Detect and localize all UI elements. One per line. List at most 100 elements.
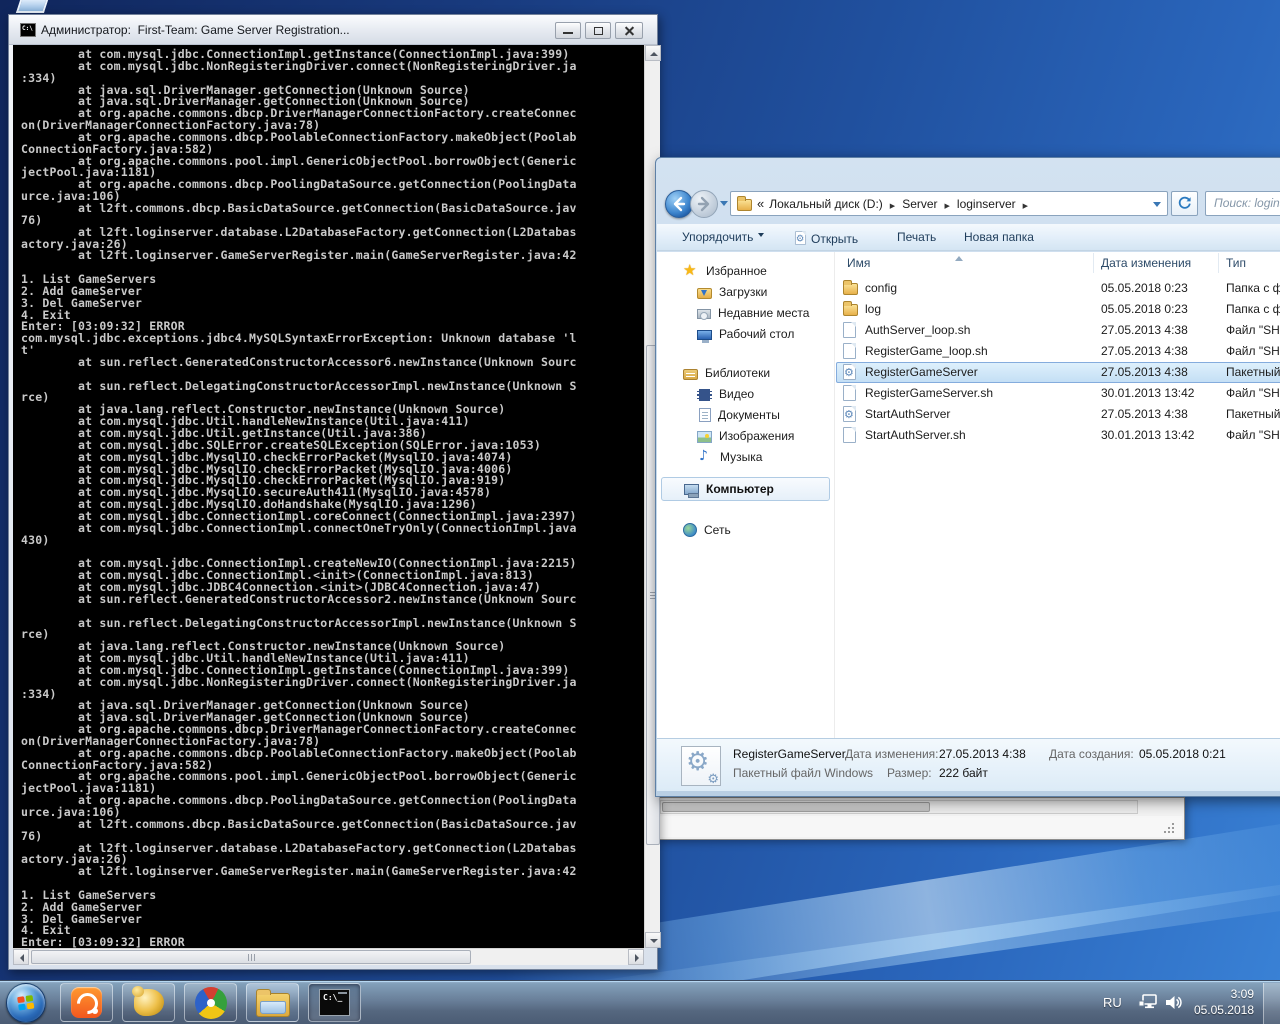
sidebar-item-video[interactable]: Видео: [657, 383, 834, 404]
clock[interactable]: 3:09 05.05.2018: [1192, 986, 1254, 1018]
sidebar-item-icon: [697, 288, 712, 299]
forward-arrow-icon: [697, 196, 710, 212]
table-row[interactable]: AuthServer_loop.sh 27.05.2013 4:38 Файл …: [835, 320, 1280, 341]
file-name[interactable]: config: [865, 281, 897, 295]
file-name[interactable]: StartAuthServer.sh: [865, 428, 966, 442]
column-header-type[interactable]: Тип: [1226, 256, 1246, 270]
table-row[interactable]: RegisterGameServer 27.05.2013 4:38 Пакет…: [835, 362, 1280, 383]
sidebar-item-network[interactable]: Сеть: [657, 519, 834, 540]
background-window-fragment[interactable]: [657, 797, 1185, 840]
horizontal-scrollbar-thumb[interactable]: [31, 950, 471, 964]
file-name[interactable]: RegisterGame_loop.sh: [865, 344, 988, 358]
file-name[interactable]: AuthServer_loop.sh: [865, 323, 970, 337]
column-header-name[interactable]: Имя: [847, 256, 870, 270]
taskbar-pinwheel-app-button[interactable]: [184, 983, 237, 1022]
sidebar-item-libraries[interactable]: Библиотеки: [657, 362, 834, 383]
desktop-shortcut-icon[interactable]: [15, 0, 49, 13]
minimize-button[interactable]: [555, 22, 581, 39]
console-horizontal-scrollbar[interactable]: [13, 948, 644, 965]
taskbar-explorer-button[interactable]: [246, 983, 299, 1022]
sidebar-item-icon: [697, 309, 711, 320]
volume-icon[interactable]: [1165, 994, 1185, 1016]
close-button[interactable]: [615, 22, 643, 39]
file-date-modified: 27.05.2013 4:38: [1101, 365, 1188, 379]
file-name[interactable]: log: [865, 302, 881, 316]
breadcrumb-arrow-icon[interactable]: ▶: [945, 203, 950, 210]
breadcrumb-overflow[interactable]: «: [757, 196, 764, 211]
chevron-down-icon: [758, 233, 765, 240]
breadcrumb-segment[interactable]: Server: [902, 197, 937, 211]
column-divider[interactable]: [1093, 253, 1094, 273]
file-name[interactable]: RegisterGameServer.sh: [865, 386, 993, 400]
fragment-horizontal-scrollbar[interactable]: [660, 800, 1138, 814]
sidebar-item-docs[interactable]: Документы: [657, 404, 834, 425]
organize-label: Упорядочить: [682, 230, 754, 244]
sidebar-item-computer[interactable]: Компьютер: [661, 477, 830, 501]
explorer-content: Избранное Загрузки Недавние места Рабочи…: [657, 252, 1280, 738]
sidebar-item-pictures[interactable]: Изображения: [657, 425, 834, 446]
taskbar-uc-browser-button[interactable]: [60, 983, 113, 1022]
file-date-modified: 27.05.2013 4:38: [1101, 323, 1188, 337]
column-divider[interactable]: [1218, 253, 1219, 273]
breadcrumb-arrow-icon[interactable]: ▶: [1023, 203, 1028, 210]
print-label: Печать: [897, 230, 937, 244]
taskbar-cmd-button[interactable]: [308, 983, 361, 1022]
console-output[interactable]: at com.mysql.jdbc.ConnectionImpl.getInst…: [13, 45, 644, 948]
forward-button[interactable]: [690, 190, 718, 218]
console-titlebar[interactable]: Администратор: First-Team: Game Server R…: [9, 15, 657, 45]
column-header-date[interactable]: Дата изменения: [1101, 256, 1191, 270]
sidebar-item-star[interactable]: Избранное: [657, 260, 834, 281]
network-icon[interactable]: [1138, 993, 1160, 1016]
resize-grip-icon[interactable]: [1162, 821, 1174, 833]
address-bar[interactable]: « Локальный диск (D:) ▶ Server ▶ loginserver…: [730, 191, 1168, 216]
details-size-label: Размер:: [887, 766, 932, 780]
sidebar-item-recent[interactable]: Недавние места: [657, 302, 834, 323]
back-button[interactable]: [665, 190, 693, 218]
console-window: Администратор: First-Team: Game Server R…: [8, 14, 661, 970]
scroll-up-button[interactable]: [645, 45, 661, 61]
details-modified-label: Дата изменения:: [845, 747, 939, 761]
table-row[interactable]: config 05.05.2018 0:23 Папка с файлами: [835, 278, 1280, 299]
file-name[interactable]: StartAuthServer: [865, 407, 950, 421]
sidebar-item-label: Недавние места: [718, 305, 810, 320]
new-folder-button[interactable]: Новая папка: [964, 230, 1034, 244]
table-row[interactable]: RegisterGameServer.sh 30.01.2013 13:42 Ф…: [835, 383, 1280, 404]
table-row[interactable]: RegisterGame_loop.sh 27.05.2013 4:38 Фай…: [835, 341, 1280, 362]
scroll-right-button[interactable]: [628, 949, 644, 965]
file-name[interactable]: RegisterGameServer: [865, 365, 978, 379]
breadcrumb-segment[interactable]: Локальный диск (D:): [769, 197, 883, 211]
fragment-scrollbar-thumb[interactable]: [662, 802, 930, 812]
open-label: Открыть: [811, 232, 859, 246]
scroll-down-button[interactable]: [645, 932, 661, 948]
column-headers: Имя Дата изменения Тип: [835, 252, 1280, 274]
table-row[interactable]: StartAuthServer.sh 30.01.2013 13:42 Файл…: [835, 425, 1280, 446]
maximize-button[interactable]: [585, 22, 611, 39]
details-pane: RegisterGameServer Пакетный файл Windows…: [657, 738, 1280, 791]
desktop: Администратор: First-Team: Game Server R…: [0, 0, 1280, 1025]
breadcrumb-segment[interactable]: loginserver: [957, 197, 1016, 211]
table-row[interactable]: StartAuthServer 27.05.2013 4:38 Пакетный…: [835, 404, 1280, 425]
batch-file-icon: [794, 231, 807, 245]
taskbar-gold-app-button[interactable]: [122, 983, 175, 1022]
print-button[interactable]: Печать: [897, 230, 936, 244]
sidebar-item-music[interactable]: Музыка: [657, 446, 834, 467]
table-row[interactable]: log 05.05.2018 0:23 Папка с файлами: [835, 299, 1280, 320]
sidebar-item-label: Видео: [719, 386, 755, 401]
search-input[interactable]: Поиск: logins: [1205, 191, 1280, 216]
start-button[interactable]: [6, 983, 46, 1023]
details-file-name: RegisterGameServer: [733, 747, 846, 761]
breadcrumb-arrow-icon[interactable]: ▶: [890, 203, 895, 210]
sidebar-item-downloads[interactable]: Загрузки: [657, 281, 834, 302]
explorer-window: « Локальный диск (D:) ▶ Server ▶ loginserver…: [655, 157, 1280, 797]
file-icon: [843, 385, 856, 401]
open-button[interactable]: Открыть: [794, 230, 858, 246]
refresh-button[interactable]: [1171, 191, 1198, 216]
organize-button[interactable]: Упорядочить: [682, 230, 765, 244]
address-dropdown-icon[interactable]: [1153, 202, 1161, 211]
file-type: Папка с файлами: [1226, 281, 1280, 295]
scroll-left-button[interactable]: [13, 949, 29, 965]
language-indicator[interactable]: RU: [1103, 995, 1122, 1010]
show-desktop-button[interactable]: [1263, 983, 1280, 1025]
history-chevron-icon[interactable]: [720, 201, 728, 210]
sidebar-item-desktopi[interactable]: Рабочий стол: [657, 323, 834, 344]
